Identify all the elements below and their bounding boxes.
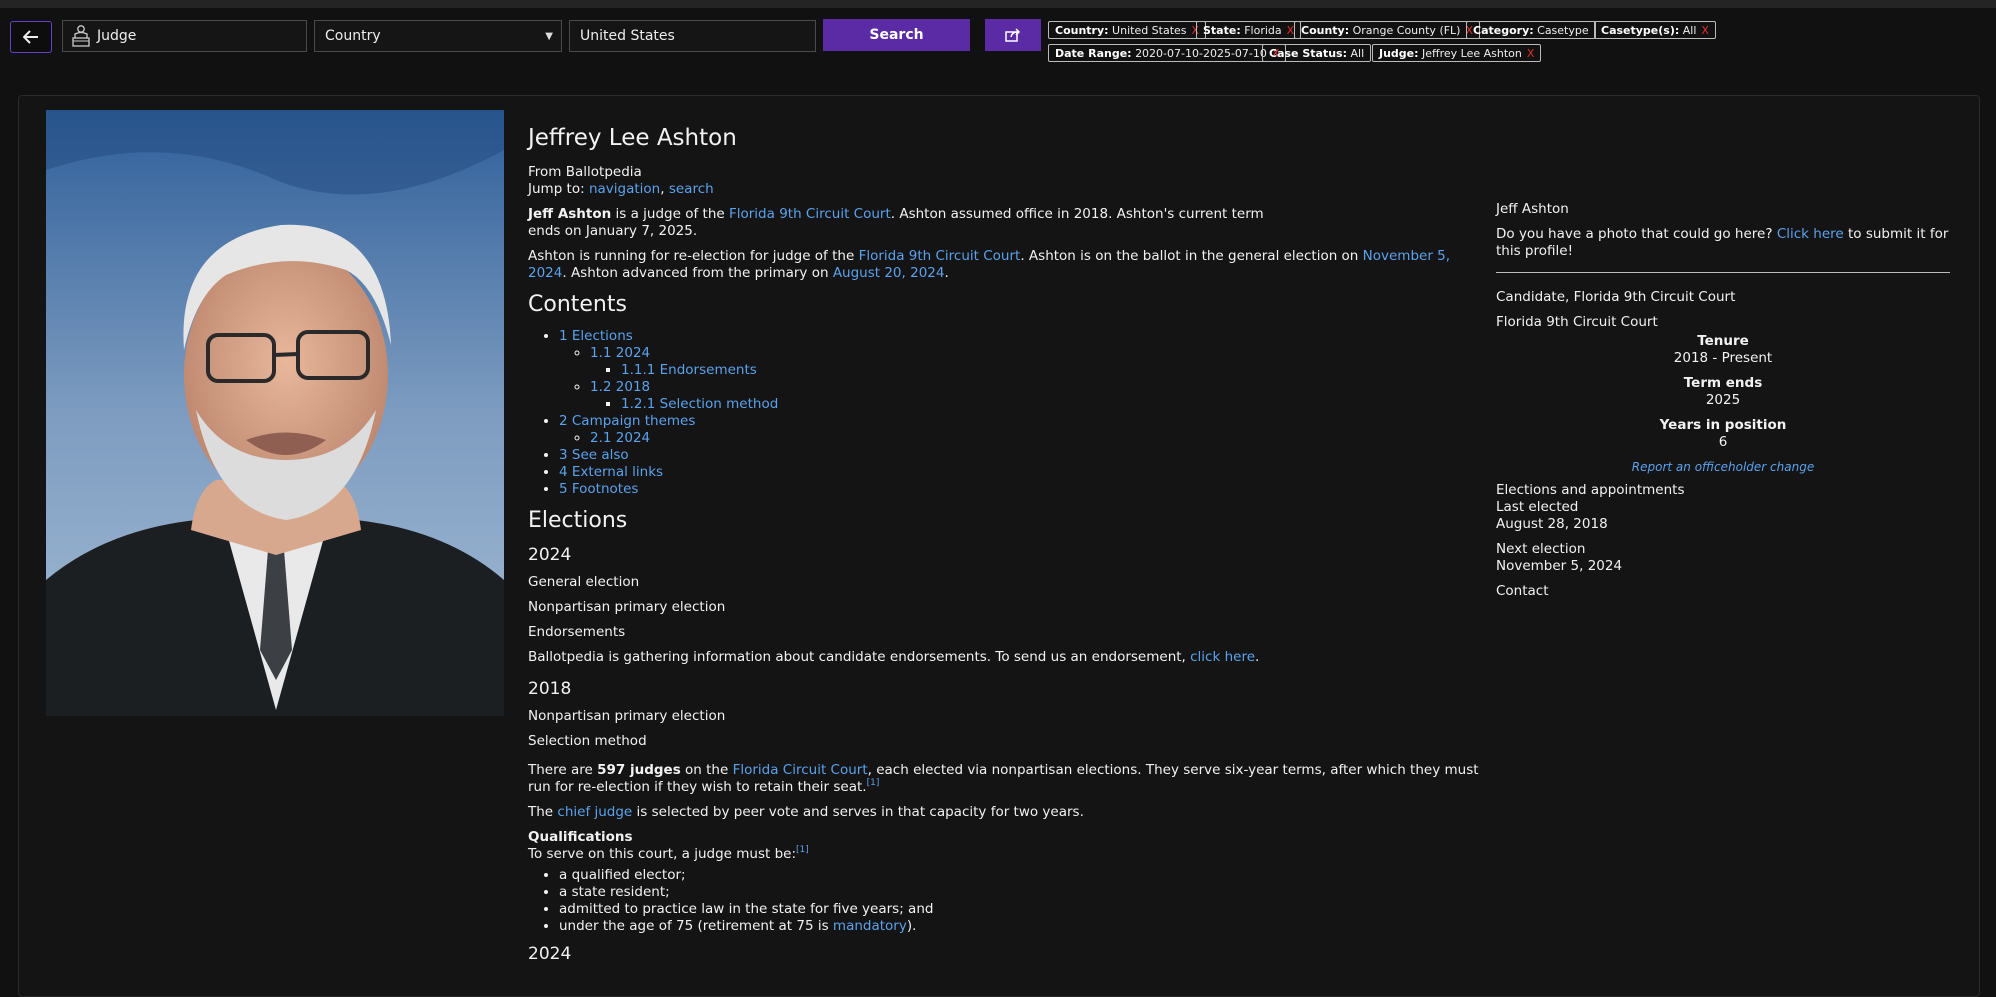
jump-navigation-link[interactable]: navigation [589,181,660,197]
endorsement-link[interactable]: click here [1190,649,1255,665]
primary-date-link[interactable]: August 20, 2024 [833,265,945,281]
toc-link[interactable]: 1 Elections [559,328,633,344]
toc-link[interactable]: 2.1 2024 [590,430,650,446]
list-item: a state resident; [559,884,1488,901]
chevron-down-icon: ▼ [545,30,553,42]
year-2024-heading: 2024 [528,545,572,565]
search-toolbar: Judge Country ▼ United States Search Cou… [0,8,1996,84]
infobox-court: Florida 9th Circuit Court [1496,314,1658,330]
filter-chip-date-range[interactable]: Date Range: 2020-07-10-2025-07-10 X [1048,44,1287,62]
search-input[interactable]: United States [569,20,816,52]
share-button[interactable] [985,19,1041,51]
category-value: Judge [97,28,137,44]
toc-link[interactable]: 1.2 2018 [590,379,650,395]
remove-filter-icon[interactable]: X [1527,47,1535,60]
list-item: admitted to practice law in the state fo… [559,901,1488,918]
general-election-heading: General election [528,574,640,590]
selection-method-heading: Selection method [528,733,647,749]
court-link[interactable]: Florida 9th Circuit Court [729,206,891,222]
next-election-value: November 5, 2024 [1496,558,1623,574]
filter-chip-casetypes[interactable]: Casetype(s): All X [1594,21,1716,39]
arrow-left-icon [23,30,38,44]
report-change-link[interactable]: Report an officeholder change [1632,460,1814,474]
toc-link[interactable]: 2 Campaign themes [559,413,695,429]
list-item: under the age of 75 (retirement at 75 is… [559,918,1488,935]
filter-chip-judge[interactable]: Judge: Jeffrey Lee Ashton X [1372,44,1542,62]
year-2018-heading: 2018 [528,679,572,699]
submit-photo-link[interactable]: Click here [1777,226,1844,242]
endorsements-heading: Endorsements [528,624,626,640]
selection-text: There are 597 judges on the Florida Circ… [528,762,1479,795]
contact-heading: Contact [1496,583,1549,599]
term-ends-label: Term ends [1683,375,1763,391]
endorsements-text: Ballotpedia is gathering information abo… [528,649,1260,665]
footnote-ref[interactable]: [1] [796,845,809,855]
last-elected-label: Last elected [1496,499,1579,515]
filter-chip-state[interactable]: State: Florida X [1196,21,1302,39]
last-elected-value: August 28, 2018 [1496,516,1608,532]
filter-chip-category[interactable]: Category: Casetype [1466,21,1596,39]
years-value: 6 [1718,434,1728,450]
qualifications-list: a qualified elector; a state resident; a… [528,867,1488,935]
infobox-name: Jeff Ashton [1496,201,1569,217]
top-strip [0,0,1996,8]
remove-filter-icon[interactable]: X [1701,24,1709,37]
chief-judge-text: The chief judge is selected by peer vote… [528,804,1084,820]
photo-request: Do you have a photo that could go here? … [1496,226,1949,259]
filter-chip-county[interactable]: County: Orange County (FL) X [1294,21,1481,39]
contents-heading: Contents [528,292,627,317]
source-line: From Ballotpedia [528,164,642,180]
infobox-role: Candidate, Florida 9th Circuit Court [1496,289,1736,305]
judge-photo [46,110,504,716]
toc-link[interactable]: 4 External links [559,464,663,480]
tenure-label: Tenure [1697,333,1749,349]
chief-judge-link[interactable]: chief judge [557,804,632,820]
elections-heading: Elections [528,508,628,533]
tenure-value: 2018 - Present [1673,350,1773,366]
divider [1496,272,1950,273]
filter-chip-country[interactable]: Country: United States X [1048,21,1207,39]
years-label: Years in position [1659,417,1787,433]
category-field[interactable]: Judge [62,20,307,52]
search-button[interactable]: Search [823,19,970,51]
country-select-value: Country [325,28,381,44]
toc-link[interactable]: 5 Footnotes [559,481,638,497]
filter-chip-case-status[interactable]: Case Status: All [1262,44,1372,62]
court-link[interactable]: Florida 9th Circuit Court [859,248,1021,264]
table-of-contents: 1 Elections 1.1 2024 1.1.1 Endorsements … [528,328,1488,498]
nonpartisan-primary-heading: Nonpartisan primary election [528,708,726,724]
next-election-label: Next election [1496,541,1586,557]
judge-icon [72,25,90,47]
elections-appointments-heading: Elections and appointments [1496,482,1685,498]
footnote-ref[interactable]: [1] [867,778,880,788]
qualifications-heading: Qualifications [528,829,633,845]
country-select[interactable]: Country ▼ [314,20,562,52]
back-button[interactable] [10,21,52,53]
toc-link[interactable]: 1.2.1 Selection method [621,396,778,412]
circuit-court-link[interactable]: Florida Circuit Court [733,762,868,778]
jump-search-link[interactable]: search [669,181,714,197]
mandatory-link[interactable]: mandatory [833,918,907,934]
page-title: Jeffrey Lee Ashton [528,125,737,151]
term-ends-value: 2025 [1705,392,1741,408]
search-input-value: United States [580,28,675,44]
jump-to: Jump to: navigation, search [528,181,714,197]
article-content: Jeffrey Lee Ashton From Ballotpedia Jump… [528,124,1488,973]
year-2024-heading: 2024 [528,944,572,964]
intro-paragraph: Jeff Ashton is a judge of the Florida 9t… [528,206,1264,239]
toc-link[interactable]: 1.1 2024 [590,345,650,361]
infobox: Jeff Ashton Do you have a photo that cou… [1496,201,1950,600]
nonpartisan-primary-heading: Nonpartisan primary election [528,599,726,615]
toc-link[interactable]: 1.1.1 Endorsements [621,362,757,378]
election-paragraph: Ashton is running for re-election for ju… [528,248,1451,281]
share-icon [1005,28,1021,42]
toc-link[interactable]: 3 See also [559,447,629,463]
qualifications-intro: To serve on this court, a judge must be:… [528,845,809,863]
list-item: a qualified elector; [559,867,1488,884]
